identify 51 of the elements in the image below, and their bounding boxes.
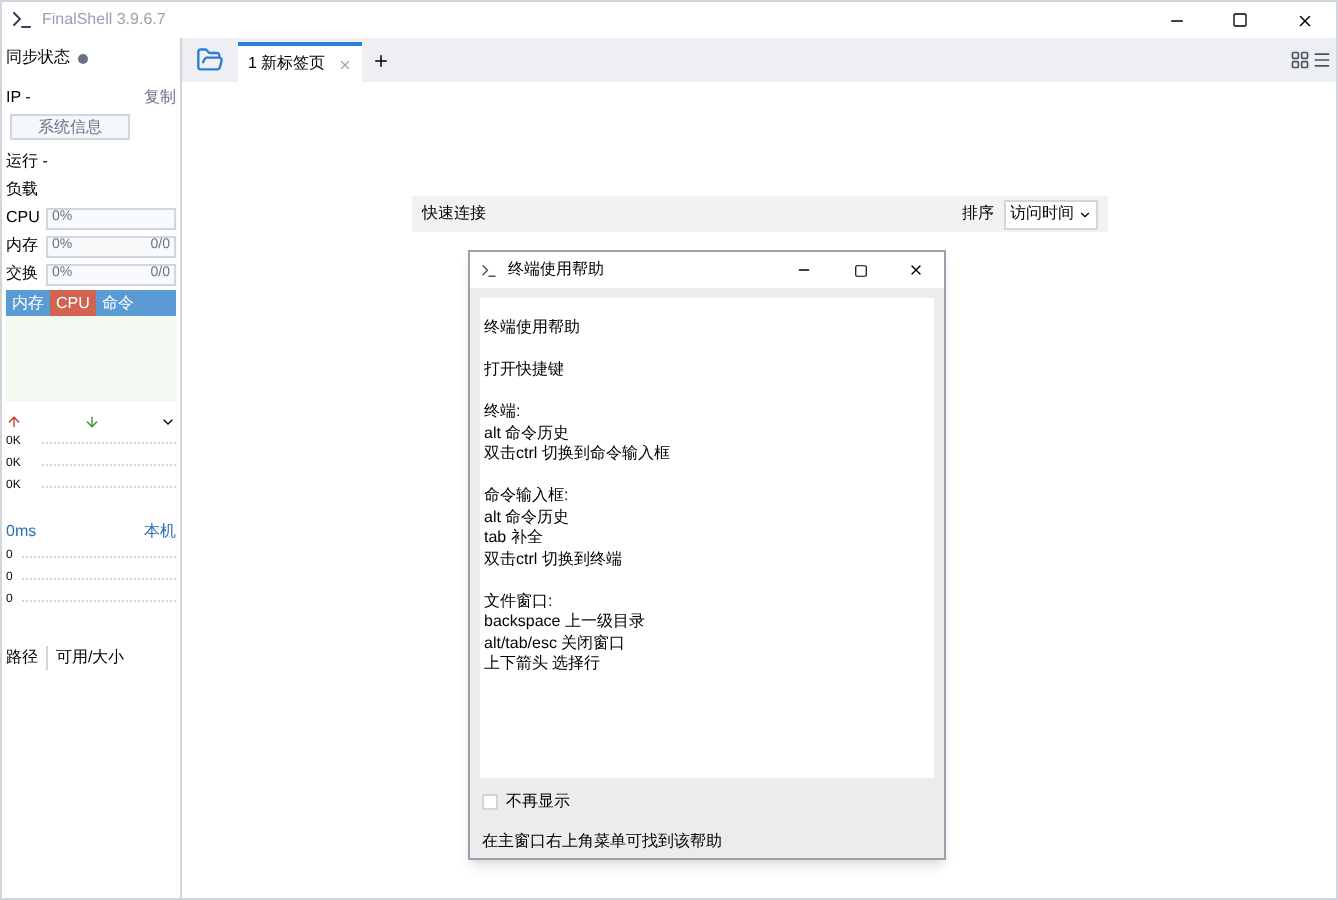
help-line: tab 补全 <box>484 528 545 549</box>
disk-column-header: 可用/大小 <box>46 646 125 670</box>
help-line: 文件窗口: <box>484 591 555 612</box>
add-tab-icon[interactable] <box>371 52 390 70</box>
download-arrow-icon <box>83 414 99 430</box>
folder-icon[interactable] <box>196 46 224 74</box>
grid-view-icon[interactable] <box>1290 50 1310 70</box>
disk-column-header: 路径 <box>6 646 38 670</box>
help-line: alt/tab/esc 关闭窗口 <box>484 633 628 654</box>
ping-text: 0ms <box>6 520 37 544</box>
load-text: 负载 <box>6 178 40 202</box>
help-line: backspace 上一级目录 <box>484 612 647 633</box>
meter-label: 内存 <box>6 234 40 258</box>
uptime-text: 运行 - <box>6 150 50 174</box>
help-line: 终端使用帮助 <box>484 318 582 339</box>
system-info-button[interactable]: 系统信息 <box>10 114 130 140</box>
dialog-title: 终端使用帮助 <box>508 258 604 282</box>
sort-label: 排序 <box>962 202 994 226</box>
help-line: 上下箭头 选择行 <box>484 654 603 675</box>
window-title: FinalShell 3.9.6.7 <box>42 8 166 32</box>
close-icon <box>908 262 924 278</box>
help-line: 双击ctrl 切换到终端 <box>484 549 624 570</box>
quick-connect-label: 快速连接 <box>422 202 486 226</box>
app-logo-icon <box>10 8 34 32</box>
help-line: alt 命令历史 <box>484 423 572 444</box>
list-view-icon[interactable] <box>1312 50 1332 70</box>
dont-show-label: 不再显示 <box>506 790 570 814</box>
dont-show-checkbox[interactable] <box>482 794 498 810</box>
meter-label: 交换 <box>6 262 40 286</box>
upload-arrow-icon <box>6 414 22 430</box>
sync-status-label: 同步状态 <box>6 46 70 70</box>
maximize-icon <box>853 263 867 277</box>
process-column-tab[interactable]: CPU <box>50 290 96 316</box>
help-line: alt 命令历史 <box>484 507 572 528</box>
sort-dropdown[interactable]: 访问时间 <box>1004 199 1098 229</box>
maximize-icon <box>1232 12 1248 28</box>
help-line: 命令输入框: <box>484 486 571 507</box>
help-line: 打开快捷键 <box>484 360 566 381</box>
host-text: 本机 <box>144 520 176 544</box>
tab-close-icon[interactable] <box>337 57 352 71</box>
ip-label: IP - <box>6 86 31 110</box>
close-icon <box>1295 11 1313 29</box>
dialog-footer-text: 在主窗口右上角菜单可找到该帮助 <box>482 830 724 854</box>
help-line: 终端: <box>484 402 523 423</box>
dialog-icon <box>480 261 498 279</box>
meter-label: CPU <box>6 206 42 230</box>
session-tab[interactable]: 1 新标签页 <box>238 42 362 82</box>
copy-link[interactable]: 复制 <box>144 86 176 110</box>
caret-icon <box>1078 207 1092 221</box>
help-line: 双击ctrl 切换到命令输入框 <box>484 444 672 465</box>
dropdown-caret-icon[interactable] <box>160 414 176 430</box>
